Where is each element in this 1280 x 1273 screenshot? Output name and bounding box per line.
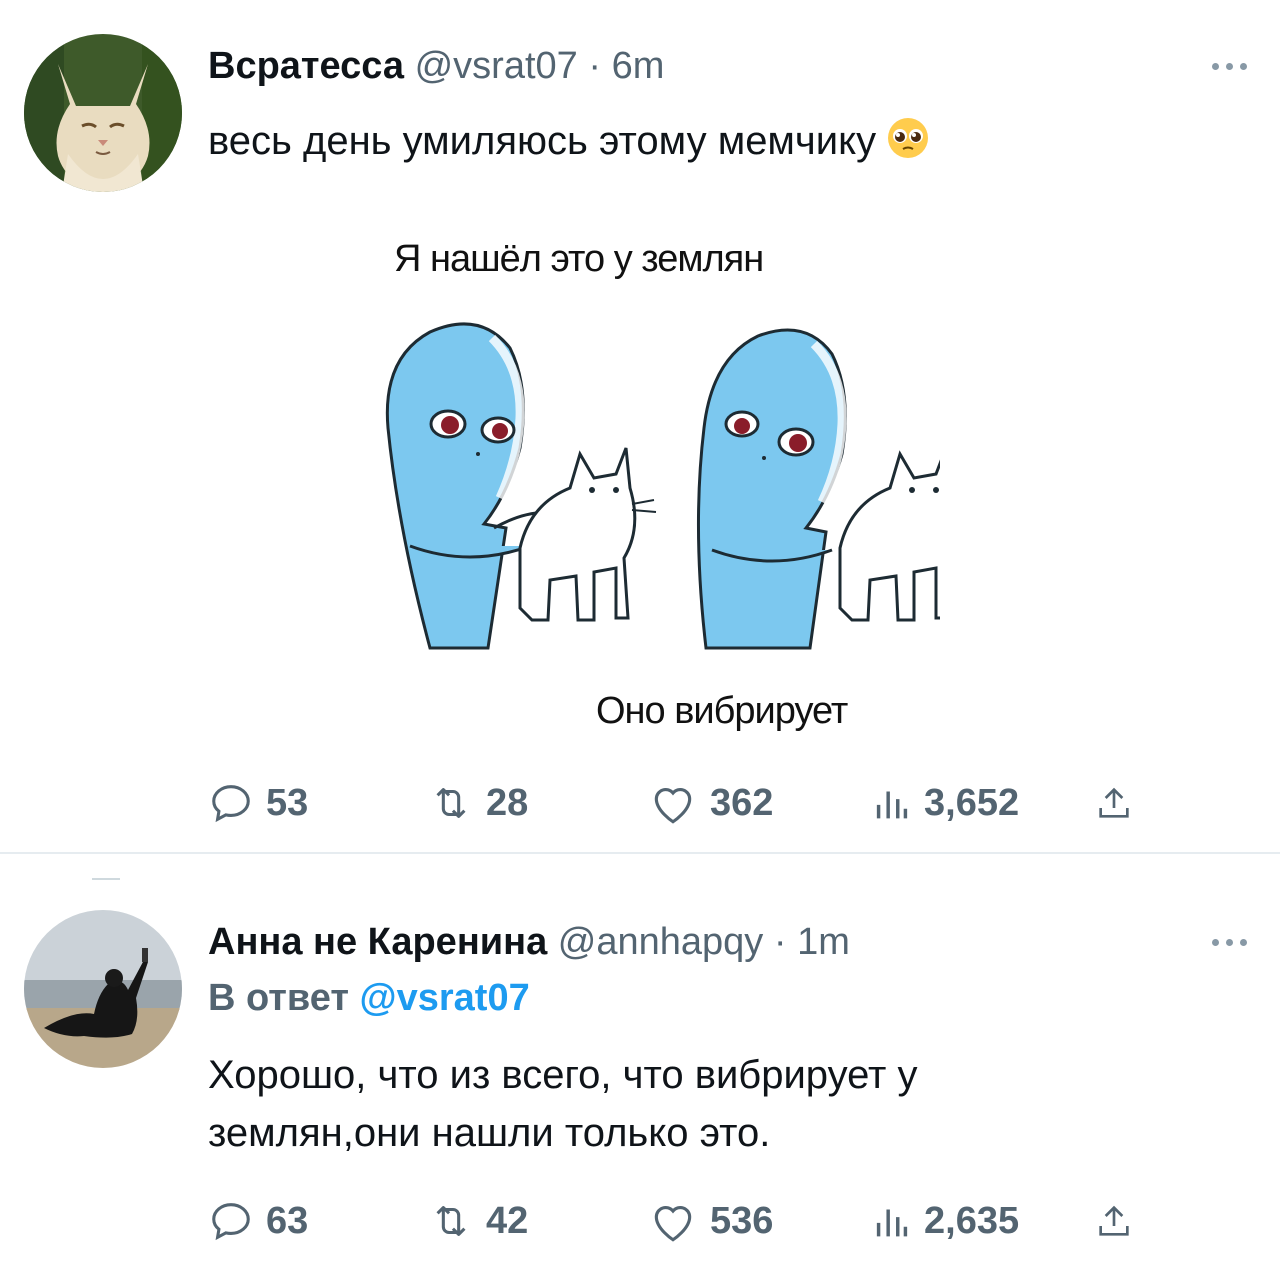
tweet-actions: 53 28 362 3,652 — [208, 776, 1148, 830]
separator-dot: · — [773, 921, 787, 963]
tweet-text: Хорошо, что из всего, что вибрирует у зе… — [208, 1046, 918, 1162]
alien-holding-cat-illustration — [385, 322, 940, 650]
tweet-timestamp[interactable]: 1m — [797, 921, 850, 963]
tweet-text-line: землян,они нашли только это. — [208, 1111, 771, 1155]
views-bar-chart-icon — [876, 1209, 908, 1237]
reply-prefix: В ответ — [208, 977, 349, 1019]
views-button[interactable]: 3,652 — [872, 776, 1019, 830]
cat-left — [518, 447, 657, 622]
alien-right — [696, 328, 847, 650]
reply-count: 63 — [266, 1199, 309, 1242]
reply-button[interactable]: 63 — [208, 1194, 308, 1248]
reply-bubble-icon — [212, 785, 250, 823]
tweet-text: весь день умиляюсь этому мемчику — [208, 112, 930, 176]
views-count: 3,652 — [924, 781, 1020, 824]
reply-bubble-icon — [212, 1203, 250, 1241]
tweet-original: Всратесса @vsrat07 · 6m весь день умиляю… — [0, 0, 1280, 852]
retweet-icon — [436, 1206, 466, 1236]
more-dots-icon[interactable] — [1212, 56, 1258, 76]
author-handle[interactable]: @annhapqy — [558, 921, 764, 963]
separator-dot: · — [588, 45, 602, 87]
heart-icon — [654, 787, 692, 824]
tweet-reply: Анна не Каренина @annhapqy · 1m В ответ … — [0, 856, 1280, 1273]
meme-image[interactable]: Я нашёл это у землян Оно вибрирует — [380, 228, 940, 748]
share-upload-icon — [1099, 787, 1129, 818]
like-button[interactable]: 362 — [648, 776, 773, 830]
share-button[interactable] — [1094, 776, 1134, 830]
tweet-text-line: Хорошо, что из всего, что вибрирует у — [208, 1053, 918, 1097]
meme-bottom-caption: Оно вибрирует — [596, 690, 848, 732]
reply-count: 53 — [266, 781, 309, 824]
views-bar-chart-icon — [876, 791, 908, 819]
cat-right — [838, 450, 940, 622]
author-name[interactable]: Анна не Каренина — [208, 921, 547, 963]
person-selfie-avatar-image — [24, 910, 182, 1068]
avatar[interactable] — [24, 910, 182, 1068]
share-button[interactable] — [1094, 1194, 1134, 1248]
pleading-face-emoji — [886, 116, 930, 176]
tweet-header: Анна не Каренина @annhapqy · 1m — [208, 920, 850, 964]
views-count: 2,635 — [924, 1199, 1020, 1242]
like-button[interactable]: 536 — [648, 1194, 773, 1248]
retweet-icon — [436, 788, 466, 818]
retweet-button[interactable]: 28 — [428, 776, 528, 830]
avatar[interactable] — [24, 34, 182, 192]
reply-mention-link[interactable]: @vsrat07 — [360, 977, 530, 1019]
heart-icon — [654, 1205, 692, 1242]
tweet-text-content: весь день умиляюсь этому мемчику — [208, 119, 877, 163]
more-dots-icon[interactable] — [1212, 932, 1258, 952]
tweet-actions: 63 42 536 2,635 — [208, 1194, 1148, 1248]
retweet-count: 28 — [486, 781, 529, 824]
tweet-timestamp[interactable]: 6m — [612, 45, 665, 87]
retweet-count: 42 — [486, 1199, 529, 1242]
cat-avatar-image — [24, 34, 182, 192]
tweet-divider — [0, 852, 1280, 854]
reply-button[interactable]: 53 — [208, 776, 308, 830]
tweet-header: Всратесса @vsrat07 · 6m — [208, 44, 664, 88]
views-button[interactable]: 2,635 — [872, 1194, 1019, 1248]
author-name[interactable]: Всратесса — [208, 45, 404, 87]
author-handle[interactable]: @vsrat07 — [415, 45, 578, 87]
retweet-button[interactable]: 42 — [428, 1194, 528, 1248]
like-count: 362 — [710, 781, 774, 824]
share-upload-icon — [1099, 1205, 1129, 1236]
like-count: 536 — [710, 1199, 774, 1242]
reply-context: В ответ @vsrat07 — [208, 976, 530, 1020]
